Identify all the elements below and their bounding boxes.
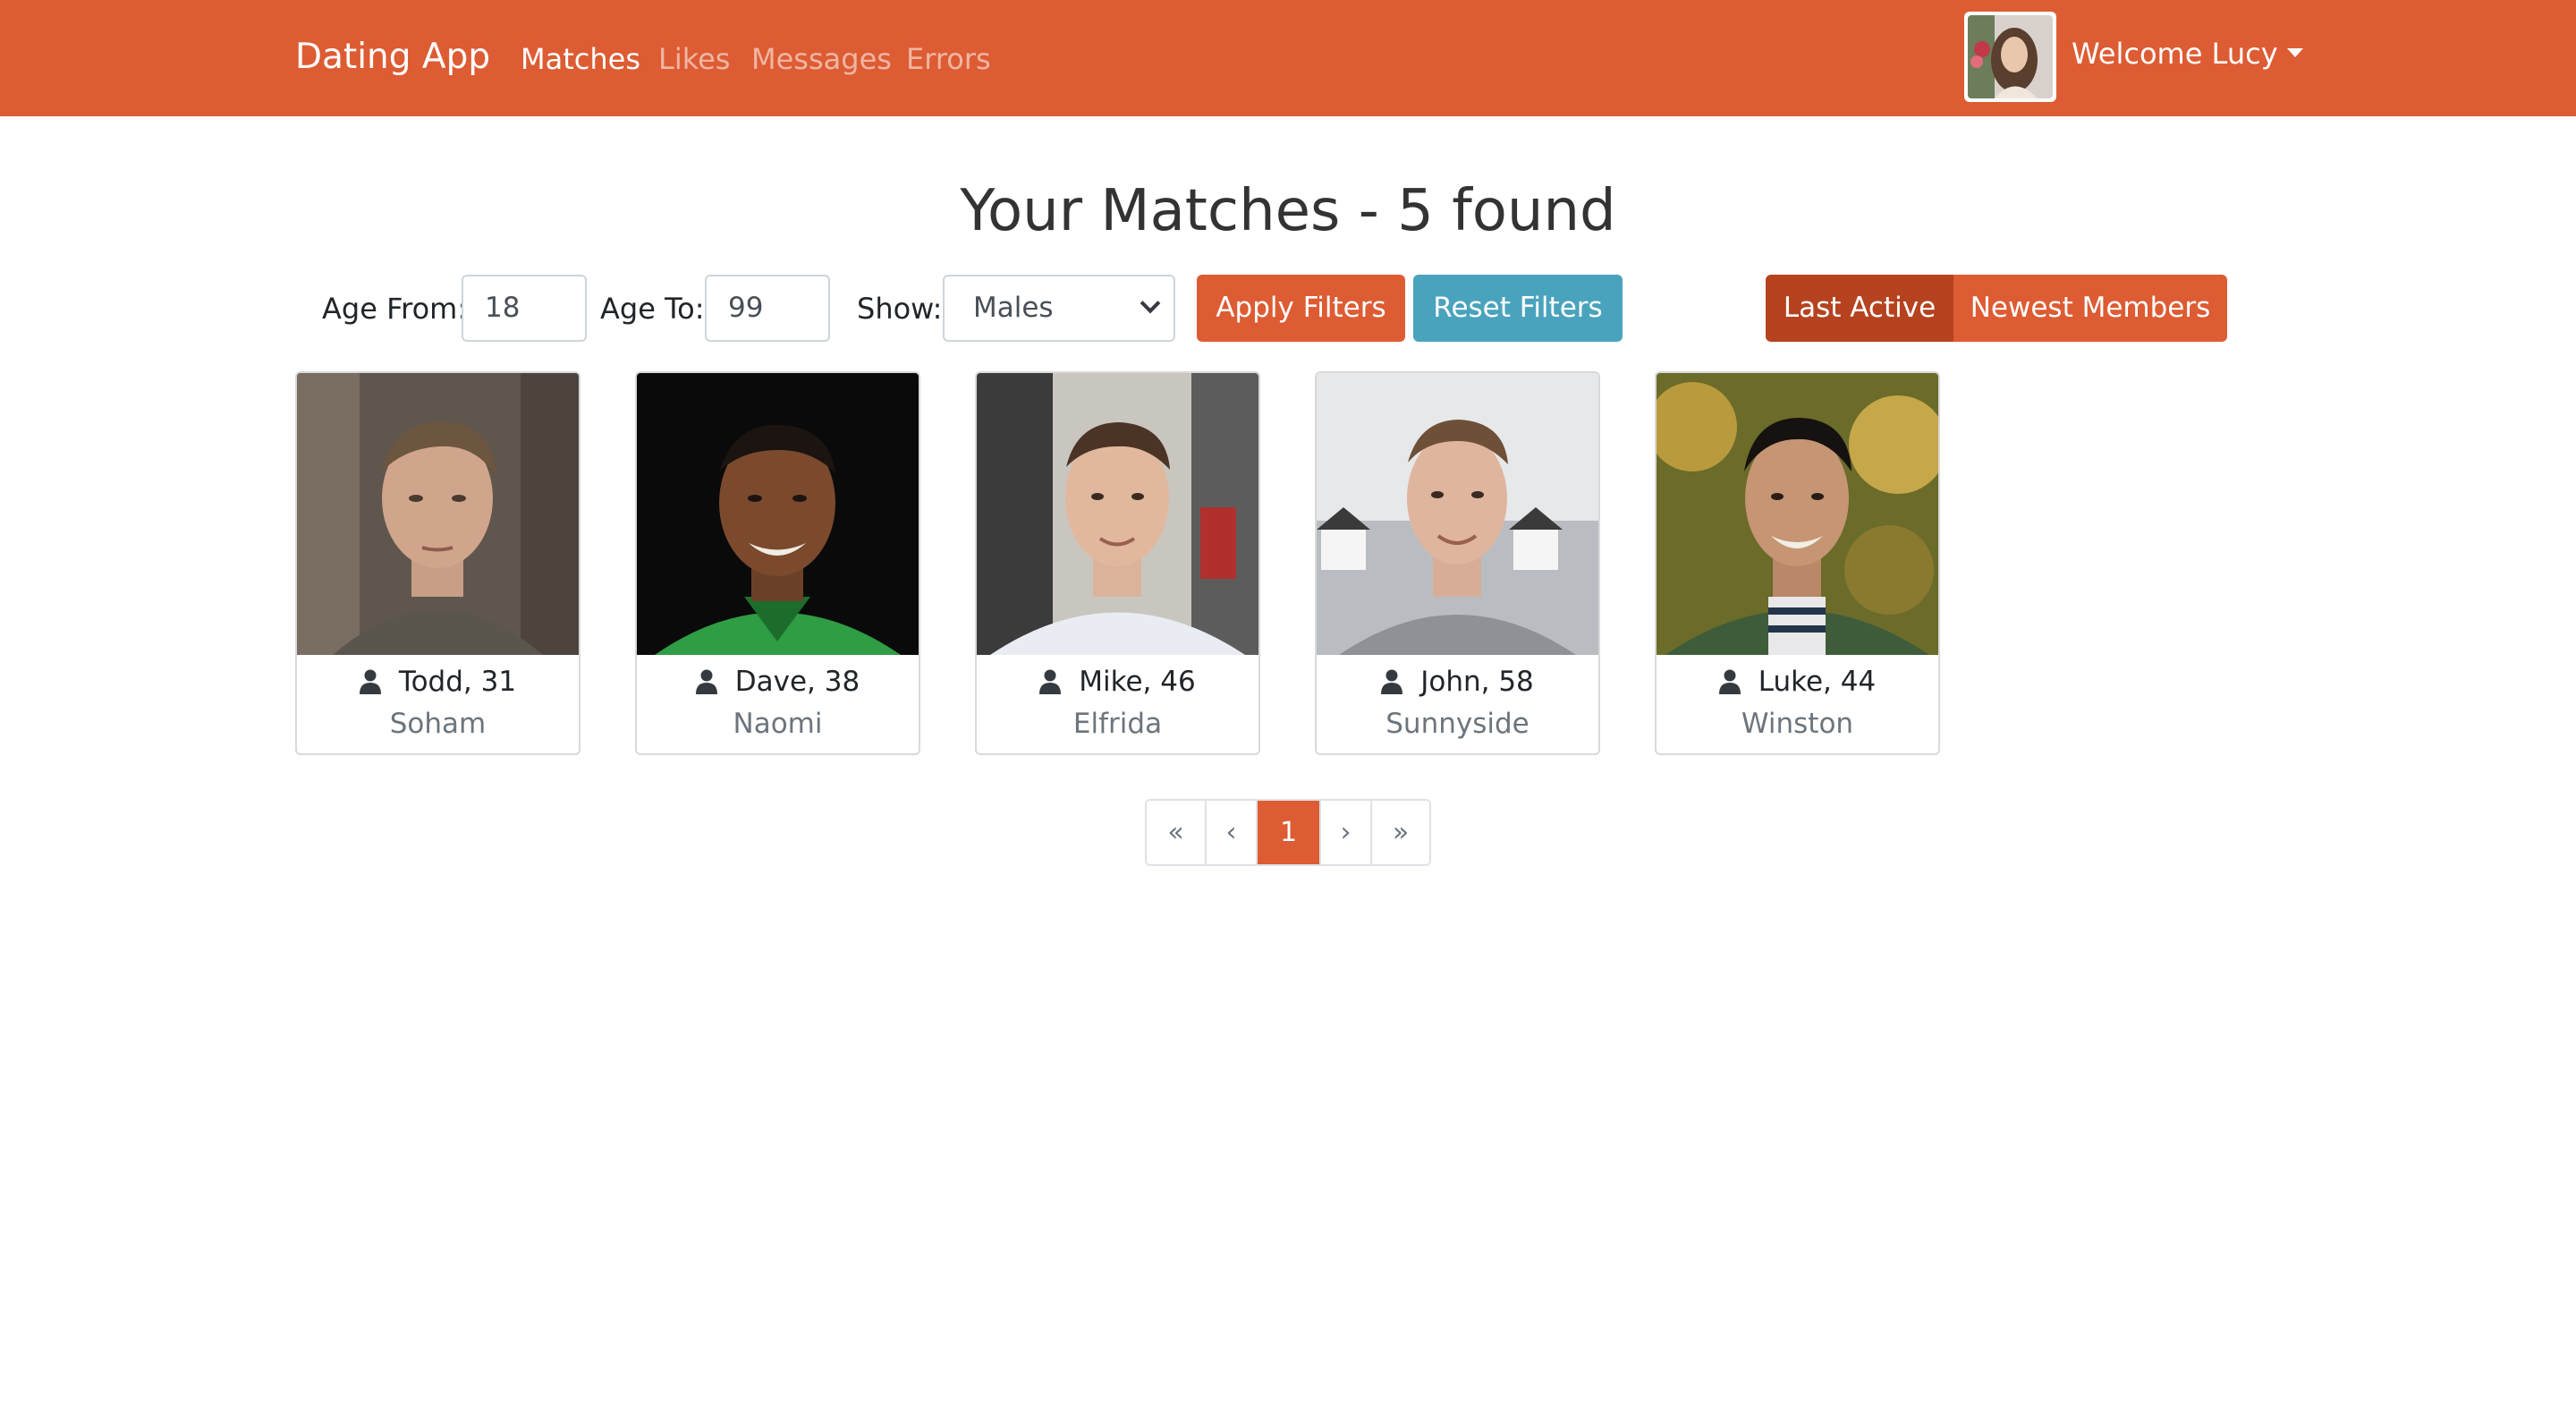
avatar-photo [1968,15,2053,98]
sort-last-active-button[interactable]: Last Active [1766,275,1953,342]
age-from-label: Age From: [322,292,468,326]
member-name: Luke, 44 [1758,666,1877,698]
member-photo [297,373,579,655]
next-page-button[interactable]: › [1321,801,1372,864]
page-1-button[interactable]: 1 [1258,801,1321,864]
user-menu-toggle[interactable]: Welcome Lucy [2072,36,2303,72]
user-icon [359,669,381,694]
member-city: Elfrida [1072,708,1163,740]
user-icon [1381,669,1403,694]
brand-link[interactable]: Dating App [295,34,490,81]
member-card[interactable]: John, 58 Sunnyside [1315,371,1600,755]
user-avatar[interactable] [1964,12,2056,102]
member-city: Sunnyside [1385,708,1530,740]
member-city: Winston [1741,708,1854,740]
age-from-input[interactable]: 18 [462,275,587,342]
member-name: John, 58 [1420,666,1534,698]
first-page-button[interactable]: « [1147,801,1207,864]
pagination: « ‹ 1 › » [1145,799,1431,866]
age-to-input[interactable]: 99 [705,275,830,342]
sort-newest-members-button[interactable]: Newest Members [1953,275,2227,342]
nav-matches[interactable]: Matches [521,41,640,77]
last-page-button[interactable]: » [1372,801,1429,864]
user-icon [1039,669,1062,694]
chevron-down-icon [1140,293,1161,314]
member-card[interactable]: Dave, 38 Naomi [635,371,920,755]
nav-likes[interactable]: Likes [658,41,730,77]
member-photo [1317,373,1598,655]
member-city: Soham [389,708,487,740]
page-title: Your Matches - 5 found [960,178,1616,244]
member-card[interactable]: Luke, 44 Winston [1655,371,1940,755]
nav-errors[interactable]: Errors [906,41,991,77]
member-photo [637,373,919,655]
apply-filters-button[interactable]: Apply Filters [1197,275,1405,342]
member-name: Mike, 46 [1079,666,1196,698]
member-city: Naomi [733,708,823,740]
member-card[interactable]: Mike, 46 Elfrida [975,371,1260,755]
member-card[interactable]: Todd, 31 Soham [295,371,580,755]
nav-messages[interactable]: Messages [751,41,892,77]
gender-select[interactable]: Males [943,275,1175,342]
member-name: Dave, 38 [734,666,860,698]
user-icon [1718,669,1741,694]
show-label: Show: [857,292,943,326]
member-photo [977,373,1258,655]
caret-down-icon [2286,48,2303,57]
sort-button-group: Last Active Newest Members [1766,275,2227,342]
user-icon [695,669,717,694]
gender-select-value: Males [973,292,1054,324]
member-photo [1657,373,1938,655]
reset-filters-button[interactable]: Reset Filters [1413,275,1623,342]
navbar: Dating App Matches Likes Messages Errors… [0,0,2576,116]
welcome-text: Welcome Lucy [2072,37,2278,71]
age-to-label: Age To: [600,292,705,326]
previous-page-button[interactable]: ‹ [1207,801,1258,864]
member-name: Todd, 31 [398,666,517,698]
